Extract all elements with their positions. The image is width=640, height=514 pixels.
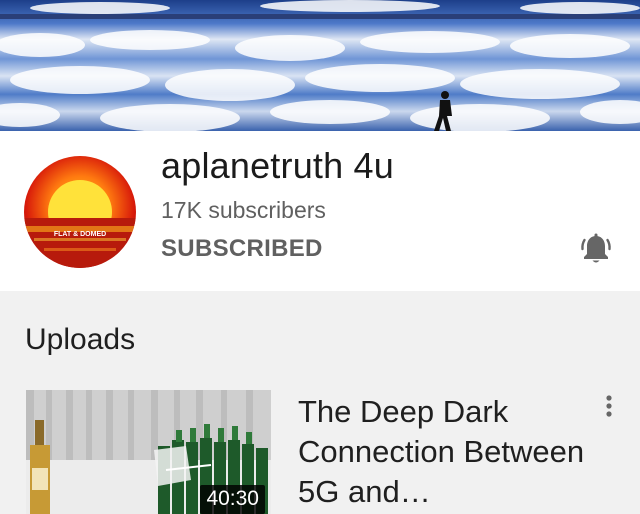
sunset-logo-image: FLAT & DOMED xyxy=(24,156,136,268)
subscriber-count: 17K subscribers xyxy=(161,197,326,223)
uploads-heading: Uploads xyxy=(25,323,136,356)
avatar-logo-text: FLAT & DOMED xyxy=(54,231,106,238)
channel-header: FLAT & DOMED aplanetruth 4u 17K subscrib… xyxy=(0,131,640,291)
video-thumbnail[interactable]: 40:30 xyxy=(26,390,271,514)
banner-sky-reflection-image xyxy=(0,0,640,131)
channel-banner xyxy=(0,0,640,131)
video-title[interactable]: The Deep Dark Connection Between 5G and… xyxy=(298,392,598,512)
more-vert-icon[interactable] xyxy=(599,394,619,422)
video-list-item[interactable]: 40:30 The Deep Dark Connection Between 5… xyxy=(0,388,640,514)
channel-name: aplanetruth 4u xyxy=(161,145,394,186)
video-duration-badge: 40:30 xyxy=(200,485,265,514)
notification-bell-icon[interactable] xyxy=(578,231,614,267)
subscribed-button[interactable]: SUBSCRIBED xyxy=(161,235,323,263)
channel-avatar[interactable]: FLAT & DOMED xyxy=(24,156,136,268)
